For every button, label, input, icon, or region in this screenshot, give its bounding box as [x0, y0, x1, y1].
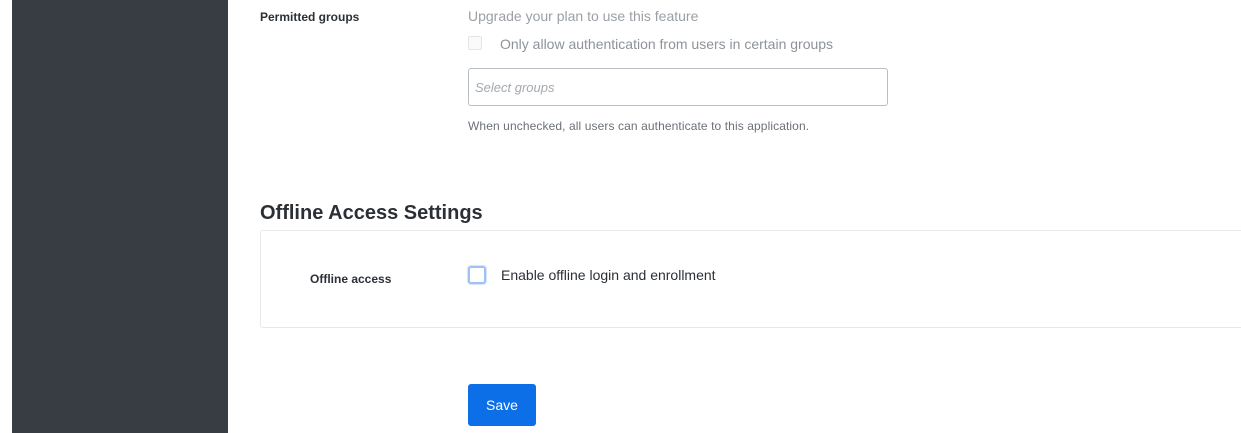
offline-access-checkbox-label[interactable]: Enable offline login and enrollment — [501, 267, 716, 283]
select-groups-input[interactable] — [468, 68, 888, 106]
window-edge — [0, 0, 12, 433]
offline-access-panel: Offline access Enable offline login and … — [260, 230, 1241, 328]
save-button[interactable]: Save — [468, 384, 536, 426]
permitted-groups-help-text: When unchecked, all users can authentica… — [468, 119, 810, 133]
main-content: Permitted groups Upgrade your plan to us… — [228, 0, 1241, 433]
offline-access-checkbox[interactable] — [468, 266, 486, 284]
permitted-groups-checkbox-label: Only allow authentication from users in … — [500, 36, 834, 52]
permitted-groups-label: Permitted groups — [260, 10, 360, 24]
upgrade-notice: Upgrade your plan to use this feature — [468, 8, 699, 24]
offline-access-label: Offline access — [310, 272, 392, 286]
sidebar — [12, 0, 228, 433]
offline-access-heading: Offline Access Settings — [260, 202, 483, 224]
permitted-groups-checkbox — [468, 36, 482, 50]
